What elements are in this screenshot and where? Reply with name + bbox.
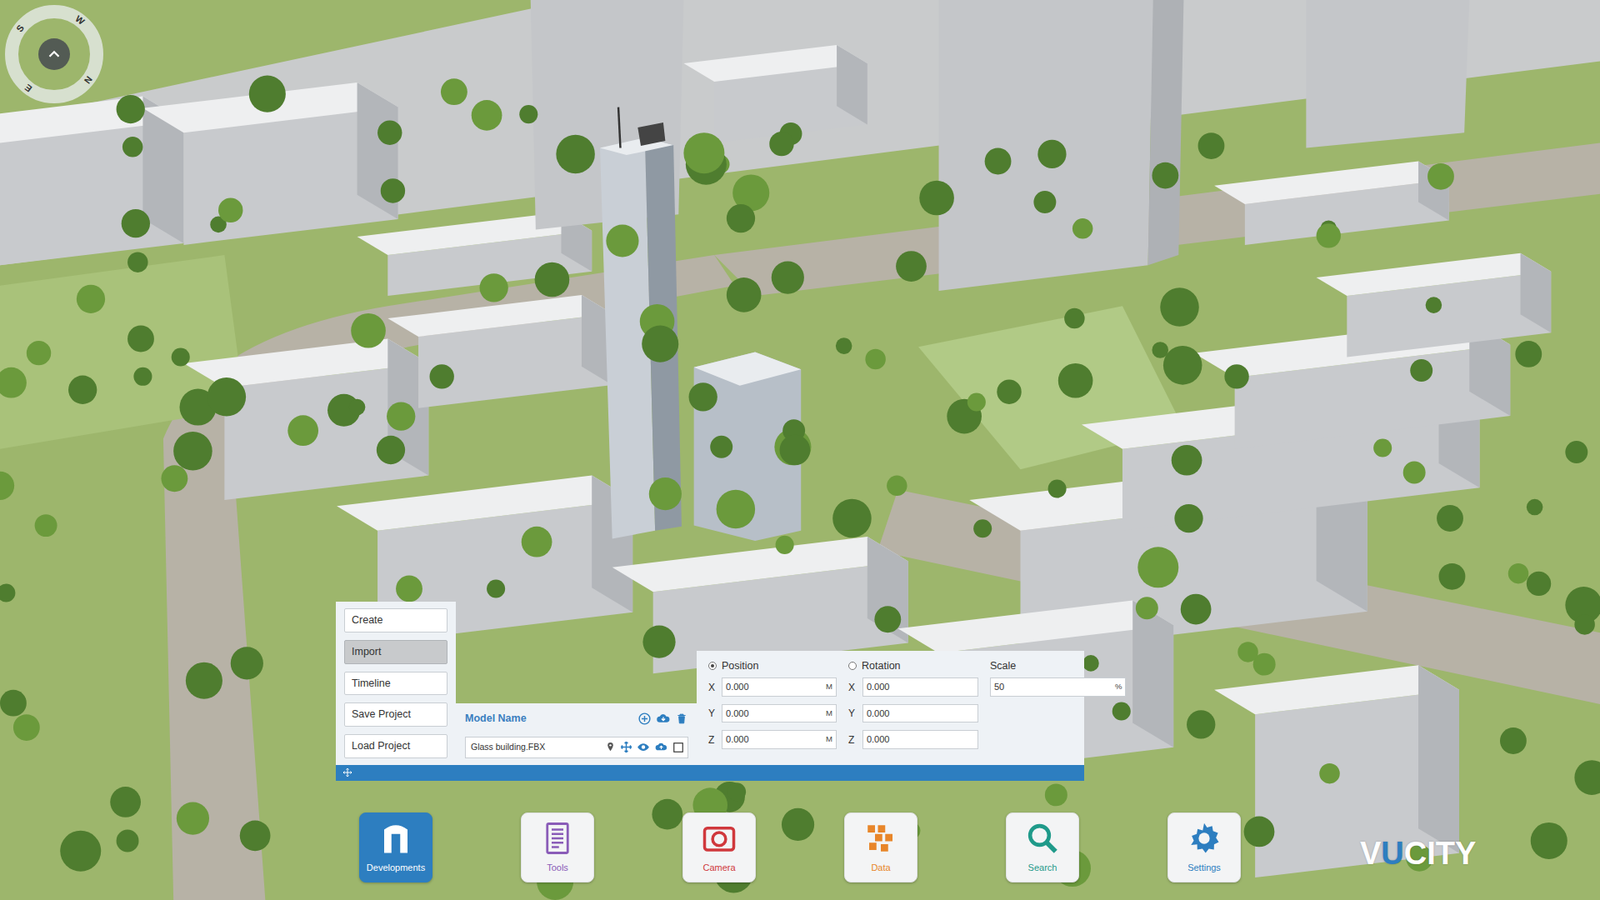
toolbar-label: Developments [366, 860, 425, 875]
field-row: Y [848, 704, 979, 724]
toolbar-button[interactable]: Search [1005, 812, 1080, 883]
value-field[interactable]: M [721, 704, 837, 724]
model-header: Model Name [465, 710, 689, 729]
axis-label: X [848, 680, 858, 695]
move-icon[interactable] [620, 740, 633, 754]
search-icon [1025, 820, 1060, 856]
logo-part: V [1360, 835, 1381, 871]
model-list: Model Name Glass building.FBX [455, 703, 697, 765]
panel-drag-bar[interactable] [335, 765, 1085, 781]
add-icon[interactable] [637, 711, 652, 726]
toolbar-button[interactable]: Developments [359, 812, 433, 883]
select-box-icon[interactable] [672, 741, 685, 754]
value-input[interactable] [725, 705, 824, 723]
mode-label: Rotation [861, 658, 901, 675]
mode-radio[interactable] [848, 661, 857, 670]
toolbar-label: Camera [702, 860, 735, 875]
value-field[interactable]: M [721, 730, 837, 750]
cloud-upload-icon[interactable] [654, 740, 669, 754]
logo-part: CITY [1404, 835, 1477, 871]
locate-icon[interactable] [605, 740, 616, 754]
cloud-download-icon[interactable] [655, 711, 671, 726]
scale-label: Scale [990, 658, 1016, 675]
field-row: % [990, 677, 1126, 697]
toolbar-button[interactable]: Tools [520, 812, 595, 883]
menu-button[interactable]: Create [344, 608, 448, 633]
model-actions [637, 711, 689, 726]
field-row: Z [848, 730, 979, 750]
toolbar-button[interactable]: Settings [1167, 812, 1241, 883]
developments-icon [378, 820, 414, 856]
model-name: Glass building.FBX [470, 740, 545, 755]
transform-column: RotationXYZ [848, 657, 979, 757]
logo-part: U [1380, 835, 1404, 871]
field-row: YM [708, 704, 837, 724]
panel-body: Create Import Timeline Save Project Load Pro… [335, 601, 1085, 765]
value-input[interactable] [866, 678, 975, 696]
value-input[interactable] [725, 678, 824, 696]
transform-column: PositionXMYMZM [708, 657, 837, 757]
unit-label: M [823, 733, 833, 745]
chevron-up-icon [45, 45, 64, 64]
field-row: XM [708, 677, 837, 697]
camera-icon [701, 820, 737, 856]
app-window: SWNE Create Import Timeline Save Project Load… [0, 0, 1600, 900]
transform-panel: PositionXMYMZMRotationXYZScale% [696, 650, 1085, 765]
axis-label: Y [708, 705, 717, 721]
menu-button[interactable]: Import [344, 640, 448, 665]
value-field[interactable] [862, 677, 979, 697]
mode-radio[interactable] [708, 661, 717, 670]
value-field[interactable] [862, 704, 979, 724]
settings-icon [1186, 820, 1222, 856]
toolbar-label: Data [870, 860, 890, 875]
unit-label: M [823, 707, 833, 720]
main-toolbar: Developments Tools Camera Data Search Setting… [359, 812, 1241, 883]
axis-label: Z [708, 732, 717, 748]
model-row-actions [605, 740, 685, 754]
visibility-icon[interactable] [636, 740, 650, 754]
value-input[interactable] [866, 730, 975, 749]
menu-button[interactable]: Save Project [344, 702, 448, 727]
model-row[interactable]: Glass building.FBX [465, 736, 689, 759]
menu-button[interactable]: Load Project [344, 734, 448, 759]
value-input[interactable] [866, 705, 975, 723]
project-menu: Create Import Timeline Save Project Load Pro… [335, 601, 456, 765]
toolbar-label: Settings [1187, 860, 1221, 875]
scale-column: Scale% [990, 657, 1126, 757]
mode-option[interactable]: Position [708, 657, 837, 675]
data-icon [863, 820, 899, 856]
field-row: X [848, 677, 979, 697]
tools-icon [540, 820, 575, 856]
toolbar-button[interactable]: Camera [682, 812, 756, 883]
compass[interactable]: SWNE [5, 5, 104, 104]
unit-label: % [1112, 680, 1122, 693]
value-input[interactable] [725, 730, 824, 749]
axis-label: X [708, 680, 717, 695]
scale-field[interactable]: % [990, 677, 1126, 697]
model-name-header: Model Name [465, 710, 527, 727]
compass-center[interactable] [38, 38, 70, 70]
delete-icon[interactable] [675, 711, 689, 726]
app-logo: VUCITY [1360, 830, 1476, 878]
scale-header: Scale [990, 657, 1126, 675]
drag-icon[interactable] [342, 767, 353, 778]
unit-label: M [823, 680, 833, 693]
field-row: ZM [708, 730, 837, 750]
mode-option[interactable]: Rotation [848, 657, 979, 675]
scale-input[interactable] [994, 678, 1113, 696]
value-field[interactable]: M [721, 677, 837, 697]
axis-label: Z [848, 732, 858, 748]
toolbar-label: Tools [546, 860, 569, 875]
toolbar-label: Search [1028, 860, 1058, 875]
mode-label: Position [721, 658, 759, 675]
axis-label: Y [848, 705, 858, 721]
toolbar-button[interactable]: Data [844, 812, 918, 883]
value-field[interactable] [862, 730, 979, 750]
menu-button[interactable]: Timeline [344, 671, 448, 696]
developments-panel: Create Import Timeline Save Project Load Pro… [335, 601, 1085, 781]
